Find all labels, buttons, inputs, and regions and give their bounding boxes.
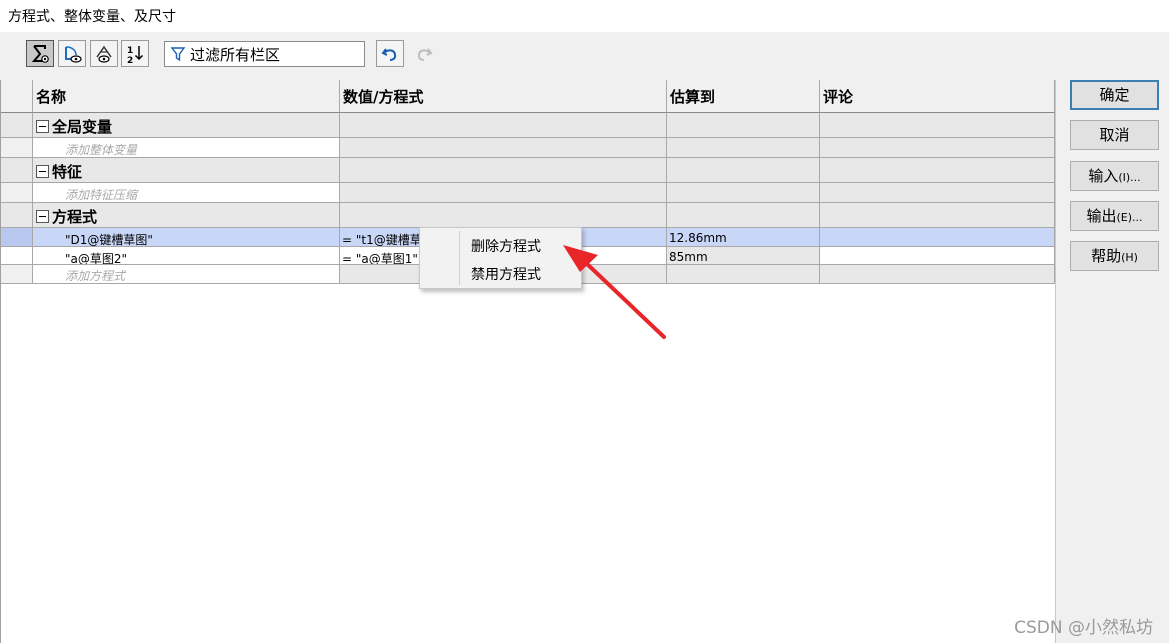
- import-shortcut: (I)...: [1118, 171, 1141, 184]
- cell: [340, 183, 667, 203]
- import-button[interactable]: 输入(I)...: [1070, 161, 1159, 191]
- add-feature-suppression-placeholder[interactable]: 添加特征压缩: [33, 183, 340, 203]
- equation-comment[interactable]: [820, 247, 1055, 265]
- cell: [667, 203, 820, 228]
- add-equation-placeholder[interactable]: 添加方程式: [33, 265, 340, 284]
- cell: [820, 113, 1055, 138]
- menu-icon-separator: [459, 231, 460, 285]
- table-header: 名称 数值/方程式 估算到 评论: [1, 80, 1055, 113]
- row-header: [1, 228, 33, 247]
- svg-text:2: 2: [127, 56, 133, 65]
- export-button[interactable]: 输出(E)...: [1070, 201, 1159, 231]
- export-label: 输出: [1086, 207, 1117, 225]
- row-header: [1, 158, 33, 183]
- cell: [667, 265, 820, 284]
- row-header: [1, 138, 33, 158]
- dimension-eye-icon: [96, 45, 112, 63]
- column-header-comment[interactable]: 评论: [820, 80, 1055, 113]
- equation-comment[interactable]: [820, 228, 1055, 247]
- header-corner: [1, 80, 33, 113]
- title-bar: 方程式、整体变量、及尺寸: [0, 0, 1169, 32]
- collapse-icon[interactable]: [36, 165, 49, 178]
- help-button[interactable]: 帮助(H): [1070, 241, 1159, 271]
- context-menu: 删除方程式 禁用方程式: [419, 227, 582, 289]
- cell: [340, 138, 667, 158]
- svg-text:1: 1: [127, 46, 133, 56]
- sketch-eye-icon: [65, 45, 82, 63]
- equations-view-button[interactable]: [26, 40, 54, 67]
- watermark: CSDN @小然私坊: [1014, 618, 1153, 638]
- row-header: [1, 183, 33, 203]
- add-feature-suppression-row[interactable]: 添加特征压缩: [1, 183, 1055, 203]
- export-shortcut: (E)...: [1116, 211, 1143, 224]
- cell: [667, 138, 820, 158]
- group-row-features[interactable]: 特征: [1, 158, 1055, 183]
- sort-order-icon: 1 2: [127, 45, 144, 65]
- cell: [667, 113, 820, 138]
- cell: [340, 203, 667, 228]
- redo-icon: [417, 47, 433, 61]
- cell: [667, 183, 820, 203]
- cell: [820, 183, 1055, 203]
- dimension-view-button[interactable]: [90, 40, 118, 67]
- cell: [667, 158, 820, 183]
- sigma-icon: [31, 44, 49, 63]
- row-header: [1, 265, 33, 284]
- group-row-global[interactable]: 全局变量: [1, 113, 1055, 138]
- ordered-view-button[interactable]: 1 2: [121, 40, 149, 67]
- cancel-button[interactable]: 取消: [1070, 120, 1159, 150]
- add-global-variable-row[interactable]: 添加整体变量: [1, 138, 1055, 158]
- row-header: [1, 247, 33, 265]
- cell: [820, 203, 1055, 228]
- help-label: 帮助: [1091, 247, 1122, 265]
- cell: [820, 138, 1055, 158]
- import-label: 输入: [1088, 167, 1119, 185]
- undo-button[interactable]: [376, 40, 404, 67]
- column-header-name[interactable]: 名称: [33, 80, 340, 113]
- filter-text: 过滤所有栏区: [190, 45, 281, 64]
- ok-button[interactable]: 确定: [1070, 80, 1159, 110]
- collapse-icon[interactable]: [36, 120, 49, 133]
- filter-input[interactable]: 过滤所有栏区: [164, 41, 365, 67]
- equation-evaluates: 85mm: [667, 247, 820, 265]
- funnel-icon: [170, 47, 186, 62]
- row-header: [1, 203, 33, 228]
- cell: [820, 265, 1055, 284]
- column-header-value[interactable]: 数值/方程式: [340, 80, 667, 113]
- equations-table: 名称 数值/方程式 估算到 评论 全局变量 添加整体变量 特征 添加特征压缩 方…: [0, 80, 1056, 643]
- group-label-global: 全局变量: [33, 113, 340, 138]
- row-header: [1, 113, 33, 138]
- sketch-equation-view-button[interactable]: [58, 40, 86, 67]
- undo-icon: [381, 47, 397, 61]
- group-row-equations[interactable]: 方程式: [1, 203, 1055, 228]
- help-shortcut: (H): [1121, 251, 1138, 264]
- equation-name[interactable]: "D1@键槽草图": [33, 228, 340, 247]
- cell: [820, 158, 1055, 183]
- cell: [340, 113, 667, 138]
- redo-button[interactable]: [410, 40, 438, 67]
- window-title: 方程式、整体变量、及尺寸: [8, 9, 176, 25]
- menu-item-disable-equation[interactable]: 禁用方程式: [471, 264, 541, 284]
- group-label-equations: 方程式: [33, 203, 340, 228]
- menu-item-delete-equation[interactable]: 删除方程式: [471, 236, 541, 256]
- equation-evaluates: 12.86mm: [667, 228, 820, 247]
- column-header-evaluates[interactable]: 估算到: [667, 80, 820, 113]
- cell: [340, 158, 667, 183]
- group-label-features: 特征: [33, 158, 340, 183]
- equation-name[interactable]: "a@草图2": [33, 247, 340, 265]
- collapse-icon[interactable]: [36, 210, 49, 223]
- add-global-variable-placeholder[interactable]: 添加整体变量: [33, 138, 340, 158]
